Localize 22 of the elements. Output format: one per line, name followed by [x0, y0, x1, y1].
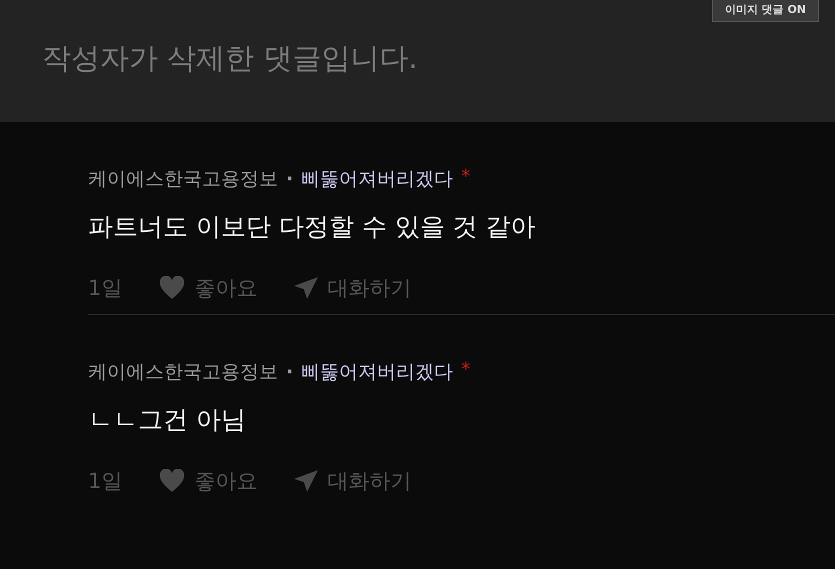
separator-dot: ·: [286, 361, 294, 383]
conversation-button[interactable]: 대화하기: [293, 467, 412, 495]
paper-plane-icon: [293, 276, 320, 300]
image-comment-toggle[interactable]: 이미지 댓글 ON: [712, 0, 819, 22]
conversation-button[interactable]: 대화하기: [293, 274, 412, 302]
separator-dot: ·: [286, 168, 294, 190]
heart-icon: [158, 469, 186, 493]
paper-plane-icon: [293, 469, 320, 493]
like-button[interactable]: 좋아요: [158, 467, 258, 495]
reply-time: 1일: [88, 275, 122, 302]
author-company: 케이에스한국고용정보: [88, 167, 278, 192]
reply-text: ㄴㄴ그건 아님: [88, 404, 247, 436]
author-company: 케이에스한국고용정보: [88, 360, 278, 385]
like-button[interactable]: 좋아요: [158, 274, 258, 302]
heart-icon: [158, 276, 186, 300]
author-nickname[interactable]: 삐뚫어져버리겠다: [301, 166, 454, 192]
author-nickname[interactable]: 삐뚫어져버리겠다: [301, 359, 454, 385]
reply-time: 1일: [88, 468, 122, 495]
author-mark: *: [461, 166, 470, 187]
reply-text: 파트너도 이보단 다정할 수 있을 것 같아: [88, 211, 537, 243]
author-mark: *: [461, 359, 470, 380]
deleted-comment-text: 작성자가 삭제한 댓글입니다.: [42, 40, 418, 77]
